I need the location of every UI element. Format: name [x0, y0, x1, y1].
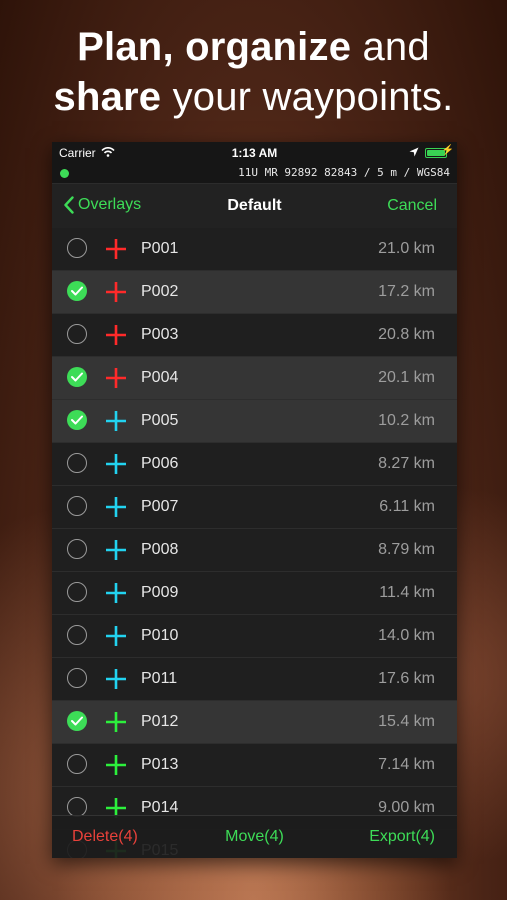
empty-circle-icon[interactable]: [67, 625, 87, 645]
gps-status-dot-icon: [60, 169, 69, 178]
waypoint-distance: 8.79 km: [378, 541, 435, 558]
export-button[interactable]: Export(4): [369, 828, 435, 846]
waypoint-distance: 15.4 km: [378, 713, 435, 730]
waypoint-name: P001: [141, 240, 179, 257]
waypoint-distance: 10.2 km: [378, 412, 435, 429]
waypoint-name: P010: [141, 627, 179, 644]
checkmark-circle-icon[interactable]: [67, 410, 87, 430]
waypoint-row[interactable]: P012 15.4 km: [52, 701, 457, 744]
navigation-bar: Overlays Default Cancel: [52, 184, 457, 229]
crosshair-marker-icon: [106, 669, 126, 689]
waypoint-distance: 8.27 km: [378, 455, 435, 472]
waypoint-list: P001 21.0 km P002 17.2 km P003 20.8 km P004 20.…: [52, 228, 457, 858]
waypoint-name: P002: [141, 283, 179, 300]
waypoint-row[interactable]: P011 17.6 km: [52, 658, 457, 701]
waypoint-row[interactable]: P006 8.27 km: [52, 443, 457, 486]
waypoint-distance: 11.4 km: [379, 584, 435, 601]
headline-bold-1: Plan, organize: [77, 25, 352, 69]
waypoint-name: P006: [141, 455, 179, 472]
crosshair-marker-icon: [106, 755, 126, 775]
waypoint-distance: 20.1 km: [378, 369, 435, 386]
crosshair-marker-icon: [106, 497, 126, 517]
waypoint-distance: 17.2 km: [378, 283, 435, 300]
waypoint-name: P007: [141, 498, 179, 515]
cancel-button[interactable]: Cancel: [387, 197, 437, 215]
waypoint-distance: 21.0 km: [378, 240, 435, 257]
crosshair-marker-icon: [106, 411, 126, 431]
waypoint-row[interactable]: P010 14.0 km: [52, 615, 457, 658]
crosshair-marker-icon: [106, 239, 126, 259]
marketing-headline: Plan, organize and share your waypoints.: [0, 22, 507, 122]
waypoint-distance: 14.0 km: [378, 627, 435, 644]
coordinate-readout: 11U MR 92892 82843 / 5 m / WGS84: [238, 166, 450, 179]
waypoint-name: P011: [141, 670, 178, 687]
phone-screen: Carrier 1:13 AM ⚡ 11U MR 92892 82843 / 5…: [52, 142, 457, 858]
crosshair-marker-icon: [106, 454, 126, 474]
waypoint-row[interactable]: P002 17.2 km: [52, 271, 457, 314]
waypoint-row[interactable]: P007 6.11 km: [52, 486, 457, 529]
waypoint-name: P012: [141, 713, 179, 730]
empty-circle-icon[interactable]: [67, 238, 87, 258]
headline-bold-2: share: [53, 75, 162, 119]
crosshair-marker-icon: [106, 712, 126, 732]
crosshair-marker-icon: [106, 540, 126, 560]
waypoint-distance: 6.11 km: [379, 498, 435, 515]
waypoint-name: P013: [141, 756, 179, 773]
waypoint-row[interactable]: P003 20.8 km: [52, 314, 457, 357]
checkmark-circle-icon[interactable]: [67, 367, 87, 387]
crosshair-marker-icon: [106, 368, 126, 388]
crosshair-marker-icon: [106, 626, 126, 646]
waypoint-distance: 20.8 km: [378, 326, 435, 343]
empty-circle-icon[interactable]: [67, 539, 87, 559]
waypoint-name: P005: [141, 412, 179, 429]
waypoint-distance: 17.6 km: [378, 670, 435, 687]
waypoint-row[interactable]: P001 21.0 km: [52, 228, 457, 271]
status-bar: Carrier 1:13 AM ⚡: [52, 142, 457, 164]
waypoint-row[interactable]: P008 8.79 km: [52, 529, 457, 572]
empty-circle-icon[interactable]: [67, 582, 87, 602]
waypoint-name: P004: [141, 369, 179, 386]
waypoint-name: P008: [141, 541, 179, 558]
waypoint-name: P009: [141, 584, 179, 601]
waypoint-row[interactable]: P013 7.14 km: [52, 744, 457, 787]
headline-light-1: and: [351, 25, 430, 69]
headline-light-2: your waypoints.: [161, 75, 454, 119]
charging-bolt-icon: ⚡: [441, 145, 454, 156]
bottom-toolbar: Delete(4) Move(4) Export(4): [52, 815, 457, 858]
empty-circle-icon[interactable]: [67, 754, 87, 774]
coordinate-bar: 11U MR 92892 82843 / 5 m / WGS84: [52, 164, 457, 184]
empty-circle-icon[interactable]: [67, 797, 87, 817]
location-arrow-icon: [409, 147, 419, 157]
crosshair-marker-icon: [106, 325, 126, 345]
crosshair-marker-icon: [106, 583, 126, 603]
empty-circle-icon[interactable]: [67, 496, 87, 516]
crosshair-marker-icon: [106, 282, 126, 302]
waypoint-name: P003: [141, 326, 179, 343]
checkmark-circle-icon[interactable]: [67, 281, 87, 301]
empty-circle-icon[interactable]: [67, 668, 87, 688]
waypoint-distance: 7.14 km: [378, 756, 435, 773]
waypoint-row[interactable]: P009 11.4 km: [52, 572, 457, 615]
empty-circle-icon[interactable]: [67, 324, 87, 344]
waypoint-row[interactable]: P004 20.1 km: [52, 357, 457, 400]
waypoint-row[interactable]: P005 10.2 km: [52, 400, 457, 443]
checkmark-circle-icon[interactable]: [67, 711, 87, 731]
empty-circle-icon[interactable]: [67, 453, 87, 473]
status-time: 1:13 AM: [231, 146, 278, 160]
